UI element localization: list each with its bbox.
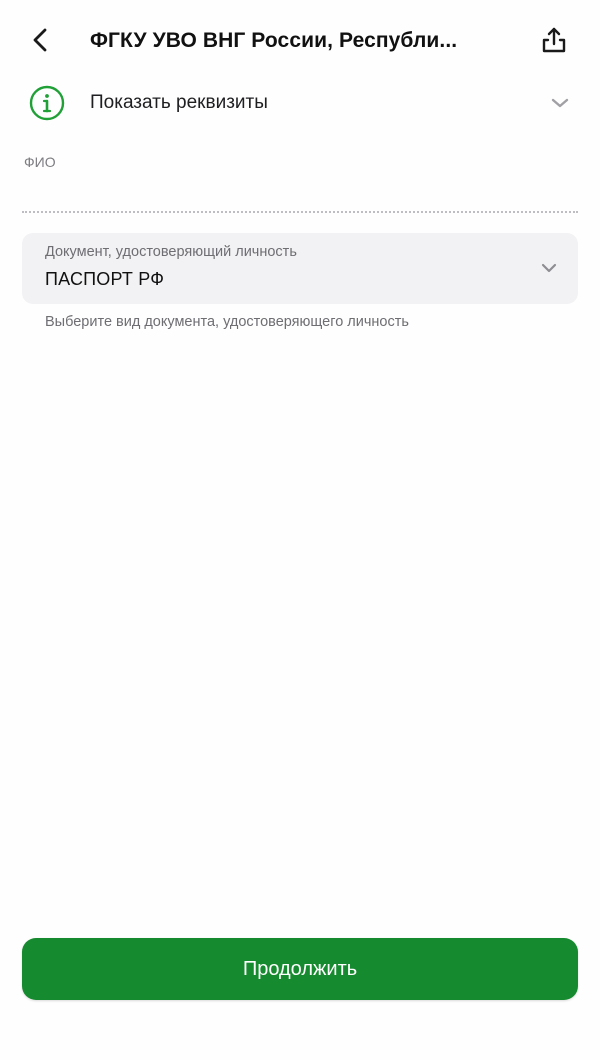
back-button[interactable]	[22, 24, 58, 60]
fio-underline	[22, 211, 578, 213]
document-type-select[interactable]: Документ, удостоверяющий личность ПАСПОР…	[22, 233, 578, 304]
fio-input[interactable]	[24, 180, 576, 206]
show-requisites-label: Показать реквизиты	[90, 92, 268, 113]
payment-form-screen: ФГКУ УВО ВНГ России, Республи... Показат…	[0, 0, 600, 1060]
document-type-hint: Выберите вид документа, удостоверяющего …	[45, 314, 409, 330]
fio-label: ФИО	[24, 154, 56, 170]
continue-button[interactable]: Продолжить	[22, 938, 578, 1000]
chevron-left-icon	[29, 27, 51, 58]
header: ФГКУ УВО ВНГ России, Республи...	[0, 18, 600, 66]
chevron-down-icon	[538, 257, 560, 279]
share-button[interactable]	[536, 24, 572, 60]
show-requisites-toggle[interactable]: Показать реквизиты	[22, 80, 578, 126]
info-icon	[29, 85, 65, 121]
share-icon	[541, 26, 567, 59]
chevron-down-icon	[548, 91, 572, 115]
document-type-value: ПАСПОРТ РФ	[45, 269, 165, 289]
page-title: ФГКУ УВО ВНГ России, Республи...	[90, 29, 458, 52]
document-type-label: Документ, удостоверяющий личность	[45, 244, 297, 260]
